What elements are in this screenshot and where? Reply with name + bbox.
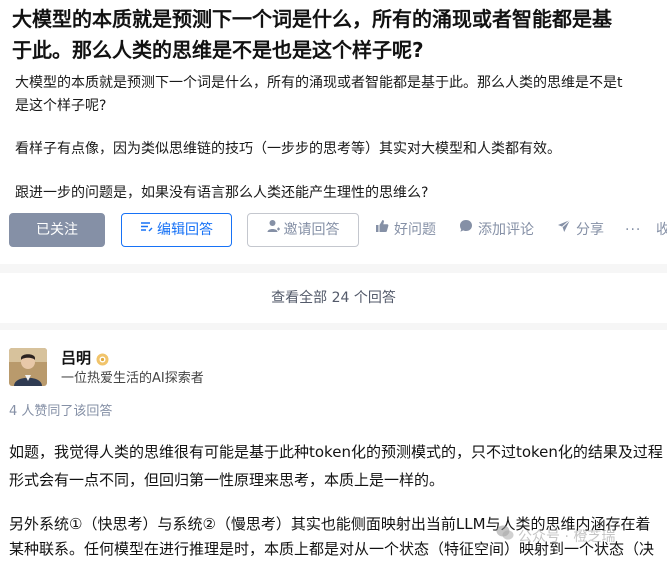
question-detail-line: 大模型的本质就是预测下一个词是什么，所有的涌现或者智能都是基于此。那么人类的思维… xyxy=(15,75,623,91)
question-detail-line: 看样子有点像，因为类似思维链的技巧（一步步的思考等）其实对大模型和人类都有效。 xyxy=(15,141,561,157)
watermark-text: 公众号 · 橙芝瑞 xyxy=(518,529,616,545)
followed-button-label: 已关注 xyxy=(36,222,78,238)
question-title-line: 大模型的本质就是预测下一个词是什么，所有的涌现或者智能都是基 xyxy=(12,7,612,31)
edit-lines-icon xyxy=(140,213,153,245)
good-question-button[interactable]: 好问题 xyxy=(375,213,436,247)
avatar[interactable] xyxy=(9,348,47,386)
question-actions: 已关注 编辑回答 邀请回答 好问题 添加评论 分享 ··· 收 xyxy=(9,213,667,247)
person-plus-icon xyxy=(267,213,280,245)
share-button[interactable]: 分享 xyxy=(557,213,604,247)
view-all-answers-link[interactable]: 查看全部 24 个回答 xyxy=(0,273,667,323)
add-comment-button[interactable]: 添加评论 xyxy=(459,213,534,247)
wechat-icon xyxy=(496,525,514,549)
edit-answer-button[interactable]: 编辑回答 xyxy=(121,213,232,247)
author-bio: 一位热爱生活的AI探索者 xyxy=(61,371,204,386)
edit-answer-label: 编辑回答 xyxy=(157,222,213,238)
comment-bubble-icon xyxy=(459,212,473,246)
question-title[interactable]: 大模型的本质就是预测下一个词是什么，所有的涌现或者智能都是基 于此。那么人类的思… xyxy=(12,4,667,66)
paper-plane-icon xyxy=(557,212,571,246)
collapse-button[interactable]: 收 xyxy=(656,213,667,247)
invite-answer-label: 邀请回答 xyxy=(283,222,340,238)
thumb-up-icon xyxy=(375,212,389,246)
question-card: 大模型的本质就是预测下一个词是什么，所有的涌现或者智能都是基 于此。那么人类的思… xyxy=(0,0,667,264)
question-title-line: 于此。那么人类的思维是不是也是这个样子呢? xyxy=(12,38,424,62)
answer-line: 形式会有一点不同，但回归第一性原理来思考，本质上是一样的。 xyxy=(9,471,445,489)
share-label: 分享 xyxy=(576,222,604,238)
question-detail-line: 跟进一步的问题是，如果没有语言那么人类还能产生理性的思维么? xyxy=(15,185,429,201)
watermark: 公众号 · 橙芝瑞 xyxy=(496,525,615,549)
invite-answer-button[interactable]: 邀请回答 xyxy=(247,213,359,247)
gold-badge-icon xyxy=(96,351,109,366)
more-button[interactable]: ··· xyxy=(625,213,641,247)
question-detail-line: 是这个样子呢? xyxy=(15,98,107,114)
answer-line: 如题，我觉得人类的思维很有可能是基于此种token化的预测模式的，只不过toke… xyxy=(9,443,663,461)
add-comment-label: 添加评论 xyxy=(478,222,534,238)
upvote-count-text: 4 人赞同了该回答 xyxy=(9,404,113,419)
good-question-label: 好问题 xyxy=(394,222,436,238)
view-all-card: 查看全部 24 个回答 xyxy=(0,273,667,323)
author-name[interactable]: 吕明 xyxy=(61,348,91,368)
followed-button[interactable]: 已关注 xyxy=(9,213,105,247)
